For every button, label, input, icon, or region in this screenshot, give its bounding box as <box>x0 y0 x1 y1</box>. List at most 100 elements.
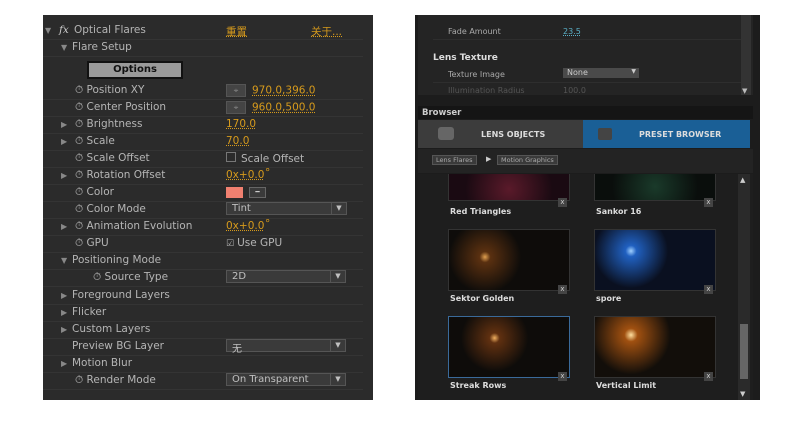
position-xy-value[interactable]: 970.0,396.0 <box>252 85 315 97</box>
rotation-offset-value[interactable]: 0x+0.0 <box>226 169 264 181</box>
fade-amount-row[interactable]: Fade Amount 23.5 <box>433 24 743 40</box>
preset-thumb[interactable] <box>594 229 716 291</box>
prop-position-xy[interactable]: ⏱ Position XY ⌖ 970.0,396.0 <box>43 82 363 100</box>
color-mode-dropdown[interactable]: Tint ▼ <box>226 202 347 215</box>
scroll-thumb[interactable] <box>740 324 748 379</box>
animation-evolution-value[interactable]: 0x+0.0 <box>226 220 264 232</box>
preview-bg-dropdown[interactable]: 无 ▼ <box>226 339 346 355</box>
group-label: Custom Layers <box>72 323 151 335</box>
illumination-value[interactable]: 100.0 <box>563 86 586 95</box>
degree-unit: ° <box>265 218 271 230</box>
custom-layers-group[interactable]: ▶ Custom Layers <box>43 321 363 339</box>
preset-name: Sankor 16 <box>596 207 642 216</box>
crosshair-icon[interactable]: ⌖ <box>226 101 246 114</box>
crosshair-icon[interactable]: ⌖ <box>226 84 246 97</box>
checkbox-label: Use GPU <box>237 237 283 249</box>
tab-lens-objects[interactable]: LENS OBJECTS <box>418 120 583 148</box>
scroll-down-icon[interactable]: ▼ <box>740 390 745 398</box>
prop-source-type[interactable]: ⏱ Source Type 2D ▼ <box>43 269 363 287</box>
scroll-up-icon[interactable]: ▲ <box>740 176 745 184</box>
prop-label: Fade Amount <box>448 27 501 36</box>
scale-value[interactable]: 70.0 <box>226 135 249 147</box>
gpu-checkbox[interactable]: ☑ <box>226 239 234 249</box>
flare-setup-label: Flare Setup <box>72 41 132 53</box>
center-position-value[interactable]: 960.0,500.0 <box>252 102 315 114</box>
render-mode-dropdown[interactable]: On Transparent ▼ <box>226 373 346 386</box>
illumination-radius-row[interactable]: Illumination Radius 100.0 <box>433 83 743 98</box>
positioning-mode-group[interactable]: ▼ Positioning Mode <box>43 252 363 270</box>
preset-thumb[interactable] <box>594 316 716 378</box>
chevron-down-icon: ▼ <box>331 203 346 214</box>
prop-scale-offset[interactable]: ⏱ Scale Offset Scale Offset <box>43 150 363 168</box>
prop-preview-bg-layer[interactable]: Preview BG Layer 无 ▼ <box>43 338 363 356</box>
dropdown-value: None <box>567 68 588 77</box>
close-icon[interactable]: x <box>704 198 713 207</box>
tab-label: LENS OBJECTS <box>481 130 546 139</box>
preset-thumb[interactable] <box>594 174 716 201</box>
lens-properties: Fade Amount 23.5 Lens Texture Texture Ima… <box>418 15 753 95</box>
prop-animation-evolution[interactable]: ▶ ⏱ Animation Evolution 0x+0.0 ° <box>43 218 363 236</box>
close-icon[interactable]: x <box>558 372 567 381</box>
effect-name: Optical Flares <box>74 24 146 36</box>
scrollbar[interactable]: ▲ ▼ <box>738 174 750 400</box>
motion-blur-group[interactable]: ▶ Motion Blur <box>43 355 363 373</box>
scale-offset-checkbox[interactable] <box>226 152 236 162</box>
group-label: Flicker <box>72 306 107 318</box>
preset-name: Sektor Golden <box>450 294 515 303</box>
prop-scale[interactable]: ▶ ⏱ Scale 70.0 <box>43 133 363 151</box>
prop-label: Rotation Offset <box>86 169 166 181</box>
flicker-group[interactable]: ▶ Flicker <box>43 304 363 322</box>
breadcrumb-motion-graphics[interactable]: Motion Graphics <box>497 155 558 165</box>
prop-brightness[interactable]: ▶ ⏱ Brightness 170.0 <box>43 116 363 134</box>
texture-image-row[interactable]: Texture Image None ▼ <box>433 67 743 83</box>
folder-icon <box>598 128 612 140</box>
texture-image-dropdown[interactable]: None ▼ <box>563 68 639 78</box>
foreground-layers-group[interactable]: ▶ Foreground Layers <box>43 287 363 305</box>
fade-amount-value[interactable]: 23.5 <box>563 27 581 36</box>
brightness-value[interactable]: 170.0 <box>226 118 256 130</box>
prop-label: Source Type <box>104 271 169 283</box>
lens-icon <box>438 127 454 140</box>
prop-label: Render Mode <box>86 374 156 386</box>
prop-center-position[interactable]: ⏱ Center Position ⌖ 960.0,500.0 <box>43 99 363 117</box>
effect-controls-panel: ▼ fx Optical Flares 重置 关于... ▼ Flare Setu… <box>43 15 373 400</box>
prop-color[interactable]: ⏱ Color ━ <box>43 184 363 202</box>
chevron-down-icon: ▼ <box>330 340 345 351</box>
tab-preset-browser[interactable]: PRESET BROWSER <box>583 120 750 148</box>
optical-flares-panel: Fade Amount 23.5 Lens Texture Texture Ima… <box>415 15 760 400</box>
prop-label: Brightness <box>86 118 143 130</box>
source-type-dropdown[interactable]: 2D ▼ <box>226 270 346 283</box>
preset-name: Vertical Limit <box>596 381 657 390</box>
preset-thumb[interactable] <box>448 229 570 291</box>
color-swatch[interactable] <box>226 187 243 198</box>
reset-link[interactable]: 重置 <box>226 24 247 39</box>
prop-rotation-offset[interactable]: ▶ ⏱ Rotation Offset 0x+0.0 ° <box>43 167 363 185</box>
prop-label: Texture Image <box>448 70 505 79</box>
degree-unit: ° <box>265 167 271 179</box>
dropdown-value: On Transparent <box>232 374 309 385</box>
tab-label: PRESET BROWSER <box>639 130 722 139</box>
prop-color-mode[interactable]: ⏱ Color Mode Tint ▼ <box>43 201 363 219</box>
scroll-down-icon[interactable]: ▼ <box>742 87 747 95</box>
prop-label: Animation Evolution <box>86 220 193 232</box>
flare-setup-group[interactable]: ▼ Flare Setup <box>43 39 363 57</box>
eyedropper-icon[interactable]: ━ <box>249 187 266 198</box>
prop-label: GPU <box>86 237 109 249</box>
preset-thumb[interactable] <box>448 174 570 201</box>
about-link[interactable]: 关于... <box>311 24 342 39</box>
scrollbar[interactable]: ▼ <box>741 15 751 95</box>
breadcrumb-lens-flares[interactable]: Lens Flares <box>432 155 477 165</box>
close-icon[interactable]: x <box>558 198 567 207</box>
prop-label: Scale <box>86 135 115 147</box>
preset-thumb[interactable] <box>448 316 570 378</box>
prop-gpu[interactable]: ⏱ GPU ☑ Use GPU <box>43 235 363 253</box>
prop-label: Illumination Radius <box>448 86 525 95</box>
close-icon[interactable]: x <box>558 285 567 294</box>
options-button[interactable]: Options <box>87 61 183 79</box>
prop-label: Position XY <box>86 84 145 96</box>
preset-grid: Red Triangles x Sankor 16 x Sektor Golde… <box>418 174 753 400</box>
close-icon[interactable]: x <box>704 372 713 381</box>
effect-header[interactable]: ▼ fx Optical Flares 重置 关于... <box>43 22 363 40</box>
prop-render-mode[interactable]: ⏱ Render Mode On Transparent ▼ <box>43 372 363 390</box>
close-icon[interactable]: x <box>704 285 713 294</box>
